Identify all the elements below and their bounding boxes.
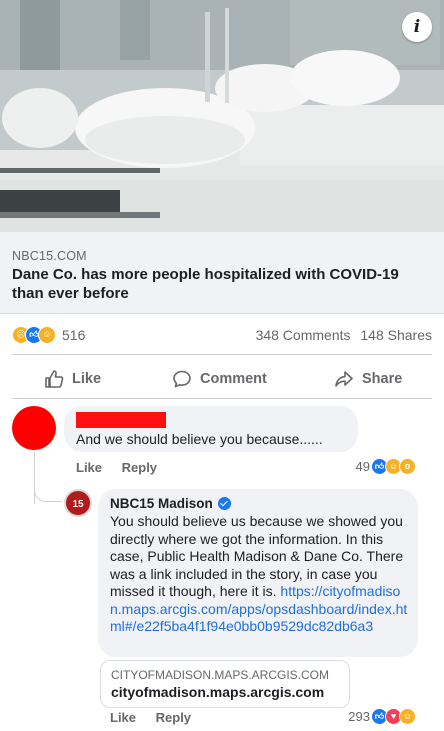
verified-badge-icon — [217, 497, 231, 510]
comment-reactions[interactable]: 49 👍︎ ☺ o — [356, 458, 416, 475]
info-icon[interactable]: i — [402, 12, 432, 42]
comment-actions: Like Reply — [76, 460, 173, 475]
avatar[interactable] — [12, 406, 56, 450]
link-preview[interactable]: NBC15.COM Dane Co. has more people hospi… — [0, 232, 444, 314]
engagement-counts: 348 Comments 148 Shares — [250, 327, 432, 343]
reply-bubble: NBC15 Madison You should believe us beca… — [98, 489, 418, 657]
nbc15-avatar[interactable]: 15 — [64, 489, 92, 517]
reply-like-button[interactable]: Like — [110, 710, 136, 725]
article-image[interactable]: i — [0, 0, 444, 232]
share-button[interactable]: Share — [334, 362, 402, 396]
action-bar: Like Comment Share — [0, 362, 444, 396]
comment-text: And we should believe you because...... — [76, 431, 323, 447]
preview-title: cityofmadison.maps.arcgis.com — [111, 684, 325, 700]
reply-actions: Like Reply — [110, 710, 207, 725]
divider — [12, 398, 432, 399]
hospital-beds-photo — [0, 0, 444, 232]
comment-reaction-count: 49 — [355, 459, 370, 474]
like-label: Like — [72, 371, 102, 387]
like-button[interactable]: Like — [44, 362, 101, 396]
comment-reply-button[interactable]: Reply — [122, 460, 157, 475]
thumbs-up-icon — [45, 370, 64, 388]
reaction-summary: ☹ 👍︎ ☺ 516 348 Comments 148 Shares — [12, 322, 432, 348]
care-reaction-icon: ☺ — [38, 326, 56, 344]
commenter-name[interactable]: NBC15 Madison — [110, 496, 231, 511]
reply-reactions[interactable]: 293 👍︎ ♥ ☺ — [348, 708, 416, 725]
comment-like-button[interactable]: Like — [76, 460, 102, 475]
link-title[interactable]: Dane Co. has more people hospitalized wi… — [12, 265, 422, 303]
comment-label: Comment — [200, 371, 267, 387]
thread-connector — [34, 478, 62, 502]
reply-reaction-count: 293 — [348, 709, 370, 724]
redacted-name — [76, 412, 166, 428]
share-label: Share — [362, 371, 403, 387]
link-domain: NBC15.COM — [12, 249, 87, 263]
share-icon — [335, 371, 353, 387]
commenter-name-text[interactable]: NBC15 Madison — [110, 496, 213, 511]
preview-domain: CITYOFMADISON.MAPS.ARCGIS.COM — [111, 668, 330, 682]
haha-reaction-icon: ☺ — [399, 708, 416, 725]
divider — [12, 354, 432, 355]
reply-text: You should believe us because we showed … — [110, 513, 410, 636]
comment-button[interactable]: Comment — [172, 362, 267, 396]
link-preview-card[interactable]: CITYOFMADISON.MAPS.ARCGIS.COM cityofmadi… — [100, 660, 350, 708]
shares-count[interactable]: 148 Shares — [360, 327, 432, 343]
comments-count[interactable]: 348 Comments — [256, 327, 351, 343]
reply-reply-button[interactable]: Reply — [156, 710, 191, 725]
comment-icon — [173, 370, 191, 388]
comment-bubble: And we should believe you because...... — [64, 406, 358, 452]
wow-reaction-icon: o — [399, 458, 416, 475]
reaction-count[interactable]: 516 — [62, 327, 85, 343]
